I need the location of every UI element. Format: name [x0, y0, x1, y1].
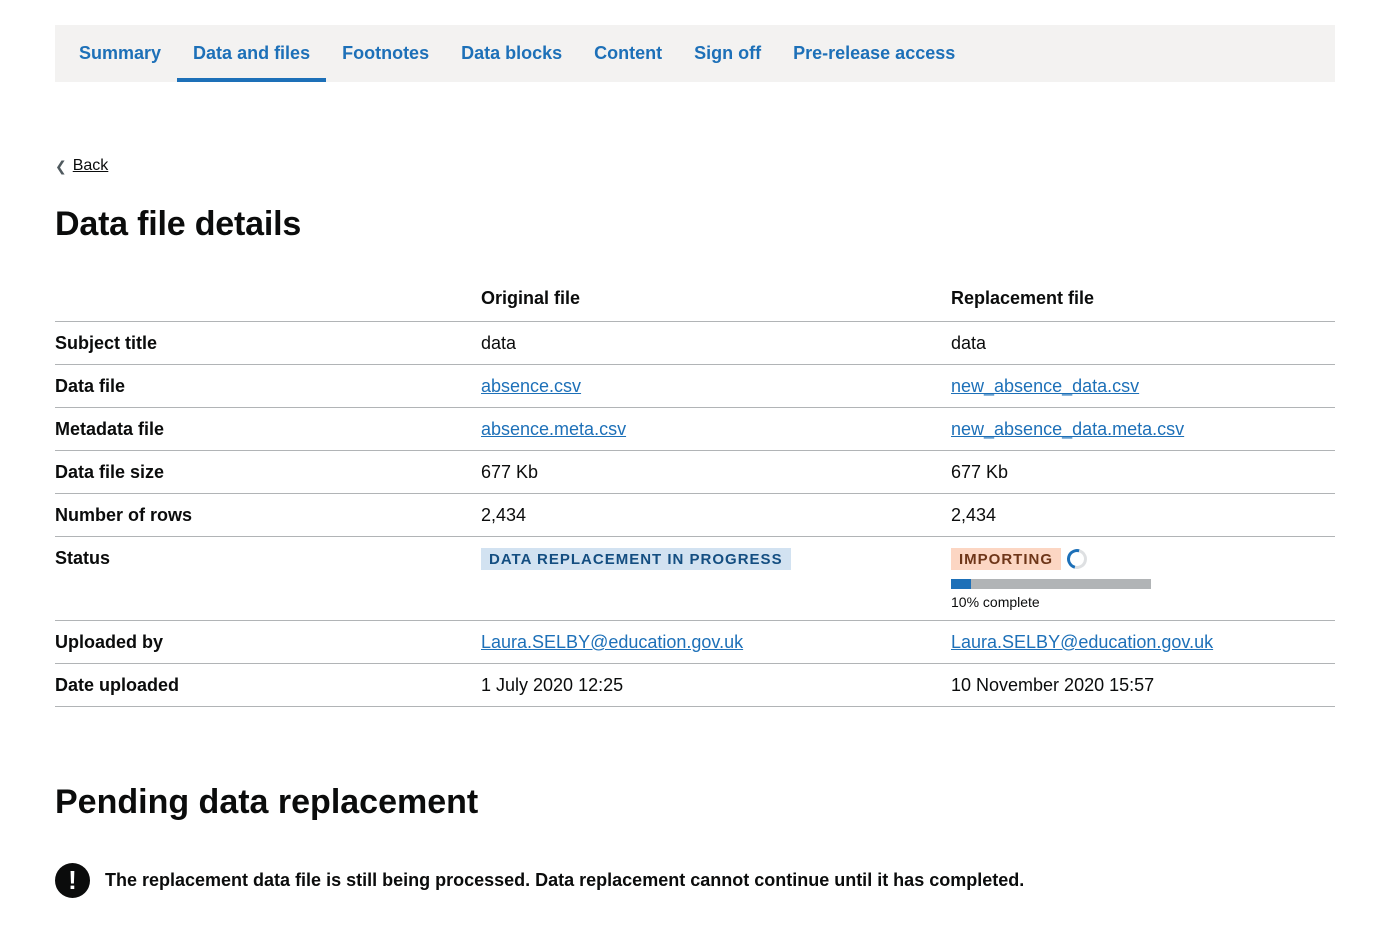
- warning-text: ! The replacement data file is still bei…: [55, 863, 1024, 898]
- original-data-file-size: 677 Kb: [481, 450, 951, 494]
- replacement-metadata-file-cell: new_absence_data.meta.csv: [951, 407, 1335, 451]
- original-metadata-file-link[interactable]: absence.meta.csv: [481, 419, 626, 439]
- table-header-row: Original file Replacement file: [55, 277, 1335, 322]
- original-uploader-email-link[interactable]: Laura.SELBY@education.gov.uk: [481, 632, 743, 652]
- replacement-data-file-cell: new_absence_data.csv: [951, 364, 1335, 408]
- replacement-date-uploaded: 10 November 2020 15:57: [951, 663, 1335, 707]
- table-row: Data file size 677 Kb 677 Kb: [55, 450, 1335, 494]
- tab-data-and-files[interactable]: Data and files: [177, 25, 327, 82]
- table-row: Date uploaded 1 July 2020 12:25 10 Novem…: [55, 663, 1335, 707]
- back-link[interactable]: Back: [73, 157, 109, 175]
- table-header-replacement: Replacement file: [951, 277, 1335, 322]
- row-label: Number of rows: [55, 493, 481, 537]
- original-data-file-link[interactable]: absence.csv: [481, 376, 581, 396]
- replacement-subject-title: data: [951, 321, 1335, 365]
- replacement-number-of-rows: 2,434: [951, 493, 1335, 537]
- status-badge-in-progress: DATA REPLACEMENT IN PROGRESS: [481, 548, 791, 570]
- progress-bar-fill: [951, 579, 971, 589]
- original-data-file-cell: absence.csv: [481, 364, 951, 408]
- tab-bar: Summary Data and files Footnotes Data bl…: [55, 25, 1335, 82]
- warning-message: The replacement data file is still being…: [105, 870, 1025, 890]
- row-label: Status: [55, 536, 481, 621]
- replacement-uploader-email-link[interactable]: Laura.SELBY@education.gov.uk: [951, 632, 1213, 652]
- pending-replacement-heading: Pending data replacement: [55, 783, 479, 821]
- tab-footnotes[interactable]: Footnotes: [326, 25, 445, 82]
- progress-text: 10% complete: [951, 594, 1040, 610]
- original-uploaded-by-cell: Laura.SELBY@education.gov.uk: [481, 620, 951, 664]
- page-title: Data file details: [55, 205, 302, 243]
- replacement-data-file-size: 677 Kb: [951, 450, 1335, 494]
- exclamation-icon: !: [55, 863, 90, 898]
- tab-sign-off[interactable]: Sign off: [678, 25, 777, 82]
- row-label: Date uploaded: [55, 663, 481, 707]
- tab-summary[interactable]: Summary: [63, 25, 177, 82]
- table-row: Subject title data data: [55, 321, 1335, 365]
- row-label: Data file size: [55, 450, 481, 494]
- data-file-details-table: Original file Replacement file Subject t…: [55, 277, 1335, 707]
- table-row: Status DATA REPLACEMENT IN PROGRESS IMPO…: [55, 536, 1335, 621]
- row-label: Metadata file: [55, 407, 481, 451]
- table-row: Data file absence.csv new_absence_data.c…: [55, 364, 1335, 408]
- tab-data-blocks[interactable]: Data blocks: [445, 25, 578, 82]
- original-metadata-file-cell: absence.meta.csv: [481, 407, 951, 451]
- original-status-cell: DATA REPLACEMENT IN PROGRESS: [481, 536, 951, 621]
- row-label: Subject title: [55, 321, 481, 365]
- loading-spinner-icon: [1063, 545, 1091, 573]
- replacement-metadata-file-link[interactable]: new_absence_data.meta.csv: [951, 419, 1184, 439]
- chevron-left-icon: ❮: [55, 157, 67, 174]
- replacement-status-cell: IMPORTING 10% complete: [951, 536, 1335, 621]
- replacement-data-file-link[interactable]: new_absence_data.csv: [951, 376, 1139, 396]
- table-row: Metadata file absence.meta.csv new_absen…: [55, 407, 1335, 451]
- row-label: Data file: [55, 364, 481, 408]
- replacement-uploaded-by-cell: Laura.SELBY@education.gov.uk: [951, 620, 1335, 664]
- table-row: Number of rows 2,434 2,434: [55, 493, 1335, 537]
- tab-content[interactable]: Content: [578, 25, 678, 82]
- table-header-empty: [55, 277, 481, 322]
- original-subject-title: data: [481, 321, 951, 365]
- table-header-original: Original file: [481, 277, 951, 322]
- original-number-of-rows: 2,434: [481, 493, 951, 537]
- tab-pre-release-access[interactable]: Pre-release access: [777, 25, 971, 82]
- page-container: Summary Data and files Footnotes Data bl…: [55, 25, 1335, 898]
- row-label: Uploaded by: [55, 620, 481, 664]
- back-link-container: ❮ Back: [55, 157, 108, 175]
- status-badge-importing: IMPORTING: [951, 548, 1061, 570]
- table-row: Uploaded by Laura.SELBY@education.gov.uk…: [55, 620, 1335, 664]
- original-date-uploaded: 1 July 2020 12:25: [481, 663, 951, 707]
- import-progress-bar: [951, 579, 1151, 589]
